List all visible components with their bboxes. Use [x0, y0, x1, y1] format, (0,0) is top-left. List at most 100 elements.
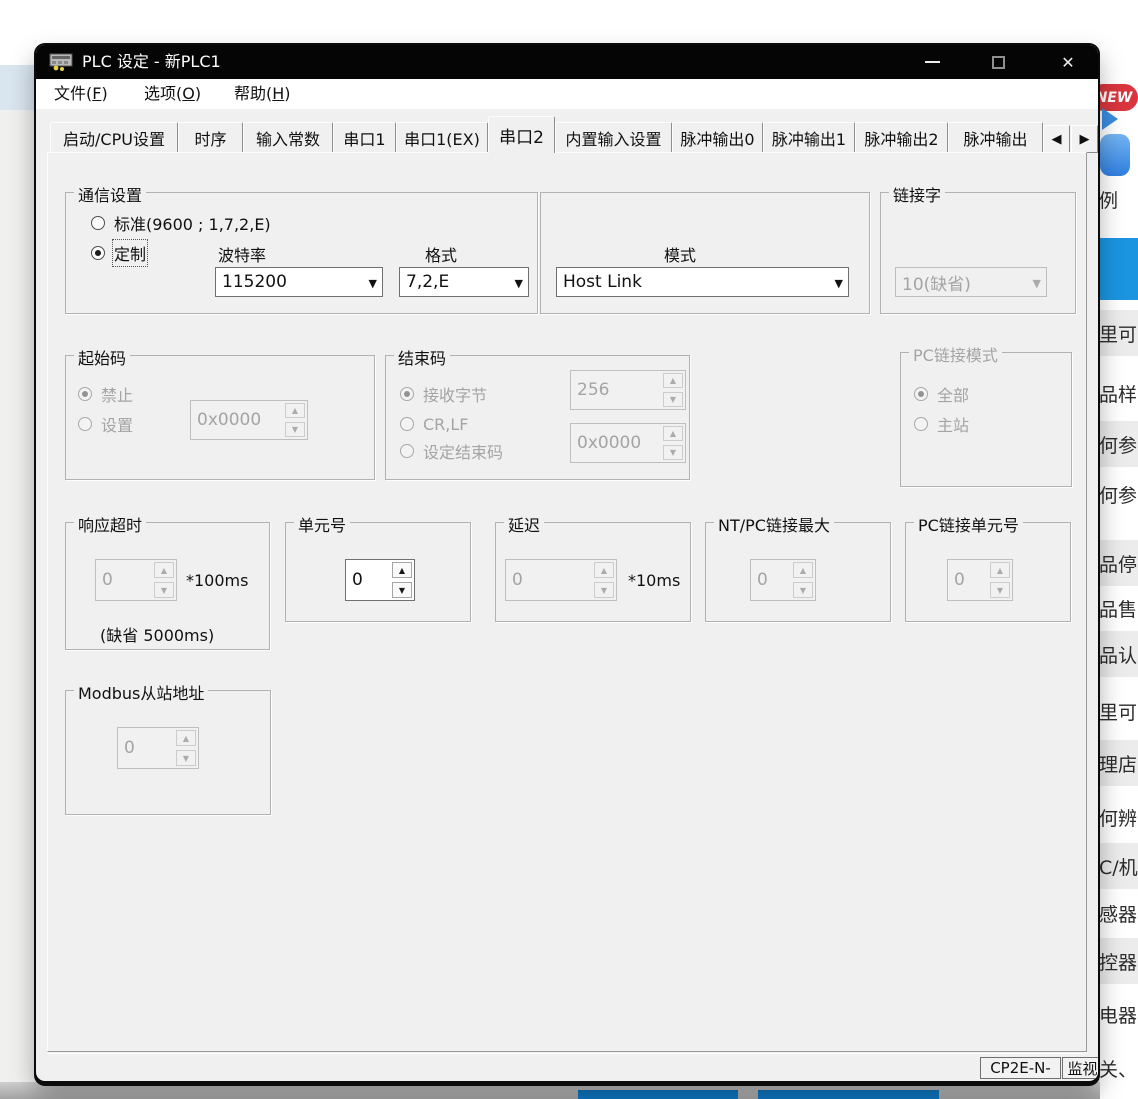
- radio-custom[interactable]: 定制: [91, 243, 146, 263]
- list-item[interactable]: 电器: [1100, 991, 1138, 1037]
- radio-circle-icon[interactable]: [91, 216, 105, 230]
- tab-pulse-output3[interactable]: 脉冲输出: [948, 122, 1043, 153]
- spin-up-icon: [663, 373, 683, 388]
- logo-mark-icon: [1100, 134, 1130, 176]
- spin-up-icon: [594, 562, 614, 578]
- tab-scroll-left-button[interactable]: [1043, 125, 1070, 153]
- radio-start-code-set: 设置: [78, 414, 133, 434]
- group-title: NT/PC链接最大: [714, 512, 834, 536]
- radio-set-end-code: 设定结束码: [400, 441, 503, 461]
- background-button-blue-2[interactable]: [758, 1090, 939, 1099]
- spin-down-icon: [990, 582, 1010, 598]
- chevron-down-icon[interactable]: [369, 272, 377, 292]
- received-bytes-spinner: 256: [570, 370, 686, 410]
- window-title: PLC 设定 - 新PLC1: [82, 45, 221, 79]
- menu-help[interactable]: 帮助(H): [226, 79, 299, 109]
- baud-rate-label: 波特率: [218, 242, 266, 266]
- chevron-down-icon[interactable]: [515, 272, 523, 292]
- spin-down-icon: [793, 582, 813, 598]
- tab-startup-cpu[interactable]: 启动/CPU设置: [50, 122, 178, 153]
- list-item[interactable]: 控器: [1100, 938, 1138, 984]
- radio-pc-link-all: 全部: [914, 384, 969, 404]
- spin-down-icon[interactable]: [392, 582, 412, 598]
- group-title: 响应超时: [74, 512, 146, 536]
- group-title: 起始码: [74, 345, 130, 369]
- radio-circle-icon: [400, 387, 414, 401]
- spin-up-icon: [990, 562, 1010, 578]
- response-timeout-spinner: 0: [95, 559, 177, 601]
- tab-serial2-active[interactable]: 串口2: [488, 116, 555, 153]
- list-item[interactable]: 里可: [1100, 688, 1138, 734]
- list-item[interactable]: 何参: [1100, 421, 1138, 467]
- group-title: 单元号: [294, 512, 350, 536]
- tab-pulse-output1[interactable]: 脉冲输出1: [763, 122, 855, 153]
- background-right-column: NEW 例 里可 品样 何参 何参 品停 品售 品认 里可 理店 何辨 C/机 …: [1100, 0, 1138, 1099]
- status-device-type: CP2E-N-: [980, 1057, 1061, 1079]
- radio-crlf: CR,LF: [400, 414, 469, 434]
- list-item[interactable]: 何辨: [1100, 794, 1138, 840]
- menu-file[interactable]: 文件(F): [46, 79, 116, 109]
- list-item[interactable]: 何参: [1100, 471, 1138, 517]
- tab-timing[interactable]: 时序: [178, 122, 243, 153]
- tab-builtin-input[interactable]: 内置输入设置: [555, 122, 672, 153]
- group-title: PC链接单元号: [914, 512, 1023, 536]
- close-button[interactable]: [1044, 45, 1092, 79]
- response-timeout-unit: *100ms: [186, 571, 248, 590]
- list-item[interactable]: C/机: [1100, 843, 1138, 889]
- chevron-down-icon: [1033, 272, 1041, 292]
- baud-rate-select[interactable]: 115200: [215, 267, 383, 297]
- spin-up-icon: [663, 426, 683, 441]
- radio-standard[interactable]: 标准(9600 ; 1,7,2,E): [91, 213, 271, 233]
- tab-input-constant[interactable]: 输入常数: [243, 122, 333, 153]
- format-label: 格式: [425, 242, 457, 266]
- radio-start-code-disable: 禁止: [78, 384, 133, 404]
- list-item[interactable]: 理店: [1100, 740, 1138, 786]
- menu-options[interactable]: 选项(O): [136, 79, 209, 109]
- chevron-down-icon[interactable]: [835, 272, 843, 292]
- radio-circle-icon: [914, 387, 928, 401]
- background-button-blue-1[interactable]: [578, 1090, 738, 1099]
- spin-up-icon: [285, 403, 305, 418]
- panel-bevel: [47, 1053, 1087, 1054]
- list-item[interactable]: 里可: [1100, 310, 1138, 356]
- spin-up-icon: [176, 730, 196, 746]
- list-item[interactable]: 感器: [1100, 890, 1138, 936]
- format-select[interactable]: 7,2,E: [399, 267, 529, 297]
- radio-circle-icon: [400, 417, 414, 431]
- list-item[interactable]: 品认: [1100, 631, 1138, 677]
- background-link-button[interactable]: [1100, 238, 1138, 300]
- group-title: Modbus从站地址: [74, 680, 208, 704]
- tab-pulse-output2[interactable]: 脉冲输出2: [855, 122, 948, 153]
- list-item[interactable]: 例: [1100, 176, 1138, 222]
- spin-up-icon[interactable]: [392, 562, 412, 578]
- unit-number-spinner[interactable]: 0: [345, 559, 415, 601]
- spin-up-icon: [793, 562, 813, 578]
- tab-serial1[interactable]: 串口1: [333, 122, 396, 153]
- maximize-icon: [992, 56, 1005, 69]
- group-title: 通信设置: [74, 182, 146, 206]
- radio-received-bytes: 接收字节: [400, 384, 487, 404]
- minimize-button[interactable]: [908, 45, 956, 79]
- logo-chevron-icon: [1102, 108, 1118, 130]
- list-item[interactable]: 关、: [1100, 1045, 1138, 1091]
- list-item[interactable]: 品售: [1100, 585, 1138, 631]
- tab-scroll-right-button[interactable]: [1071, 125, 1098, 153]
- spin-down-icon: [154, 582, 174, 598]
- link-words-select: 10(缺省): [895, 267, 1047, 297]
- mode-select[interactable]: Host Link: [556, 267, 849, 297]
- tab-pulse-output0[interactable]: 脉冲输出0: [672, 122, 763, 153]
- list-item[interactable]: 品停: [1100, 540, 1138, 586]
- response-timeout-default-note: (缺省 5000ms): [100, 622, 214, 646]
- maximize-button[interactable]: [974, 45, 1022, 79]
- list-item[interactable]: 品样: [1100, 370, 1138, 416]
- new-badge: NEW: [1100, 84, 1138, 111]
- group-title: PC链接模式: [909, 342, 1002, 366]
- radio-circle-icon[interactable]: [91, 246, 105, 260]
- tab-serial1-ex[interactable]: 串口1(EX): [396, 122, 488, 153]
- spin-down-icon: [594, 582, 614, 598]
- radio-circle-icon: [914, 417, 928, 431]
- close-icon: [1061, 53, 1074, 72]
- spin-down-icon: [176, 750, 196, 766]
- title-bar[interactable]: PLC 设定 - 新PLC1: [36, 45, 1098, 79]
- status-plc-mode: 监视: [1062, 1057, 1098, 1079]
